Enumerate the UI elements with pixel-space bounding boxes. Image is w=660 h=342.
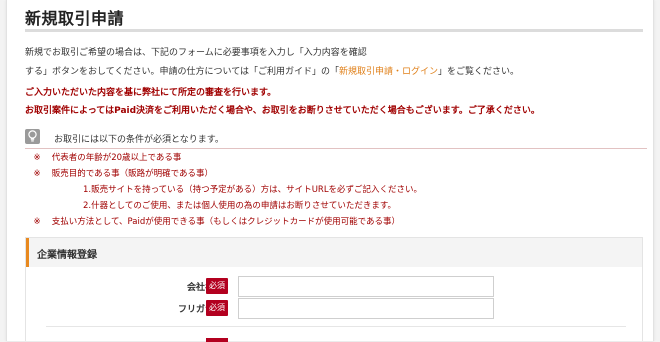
- review-notice: ご入力いただいた内容を基に弊社にて所定の審査を行います。 お取引案件によってはP…: [25, 84, 645, 120]
- required-badge: 必須: [206, 300, 228, 316]
- notice-line-1: ご入力いただいた内容を基に弊社にて所定の審査を行います。: [25, 88, 277, 98]
- notice-line-2: お取引案件によってはPaid決済をご利用いただく場合や、お取引をお断りさせていた…: [25, 106, 540, 116]
- intro-line-2-before: する」ボタンをおしてください。申請の仕方については「ご利用ガイド」の「: [25, 67, 340, 77]
- company-info-section: 企業情報登録 会社名 必須 フリガナ 必須: [25, 237, 643, 342]
- condition-text: 代表者の年齢が20歳以上である事: [51, 153, 182, 163]
- section-title: 企業情報登録: [37, 250, 97, 261]
- condition-subitem: 2.什器としてのご使用、または個人使用の為の申請はお断りさせていただきます。: [83, 201, 397, 211]
- condition-subitem: 1.販売サイトを持っている（持つ予定がある）方は、サイトURLを必ずご記入くださ…: [83, 185, 423, 195]
- conditions-divider: [25, 148, 647, 149]
- guide-link[interactable]: 新規取引申請・ログイン: [339, 67, 438, 77]
- condition-item: ※ 販売目的である事（販路が明確である事）: [25, 166, 213, 182]
- intro-text: 新規でお取引ご希望の場合は、下記のフォームに必要事項を入力し「入力内容を確認 す…: [25, 44, 645, 82]
- furigana-input[interactable]: [238, 298, 494, 319]
- row-divider: [46, 326, 626, 327]
- condition-mark: ※: [33, 153, 41, 163]
- title-divider: [25, 29, 643, 32]
- condition-text: 支払い方法として、Paidが使用できる事（もしくはクレジットカードが使用可能であ…: [51, 217, 400, 227]
- company-name-row: 会社名 必須: [26, 276, 642, 298]
- page-title: 新規取引申請: [25, 9, 125, 28]
- furigana-row: フリガナ 必須: [26, 298, 642, 320]
- intro-line-2-after: 」をご覧ください。: [438, 67, 520, 77]
- intro-line-1: 新規でお取引ご希望の場合は、下記のフォームに必要事項を入力し「入力内容を確認: [25, 48, 367, 58]
- page-frame: 新規取引申請 新規でお取引ご希望の場合は、下記のフォームに必要事項を入力し「入力…: [6, 0, 654, 342]
- condition-mark: ※: [33, 217, 41, 227]
- condition-mark: ※: [33, 169, 41, 179]
- condition-text: 販売目的である事（販路が明確である事）: [51, 169, 214, 179]
- condition-item: ※ 支払い方法として、Paidが使用できる事（もしくはクレジットカードが使用可能…: [25, 214, 400, 230]
- section-header: 企業情報登録: [26, 238, 642, 267]
- next-row-badge: [206, 338, 228, 342]
- condition-item: ※ 代表者の年齢が20歳以上である事: [25, 150, 181, 166]
- lightbulb-icon: [25, 129, 40, 144]
- conditions-heading: お取引には以下の条件が必須となります。: [54, 135, 224, 145]
- required-badge: 必須: [206, 278, 228, 294]
- intro-line-2: する」ボタンをおしてください。申請の仕方については「ご利用ガイド」の「新規取引申…: [25, 63, 645, 82]
- company-name-input[interactable]: [238, 276, 494, 297]
